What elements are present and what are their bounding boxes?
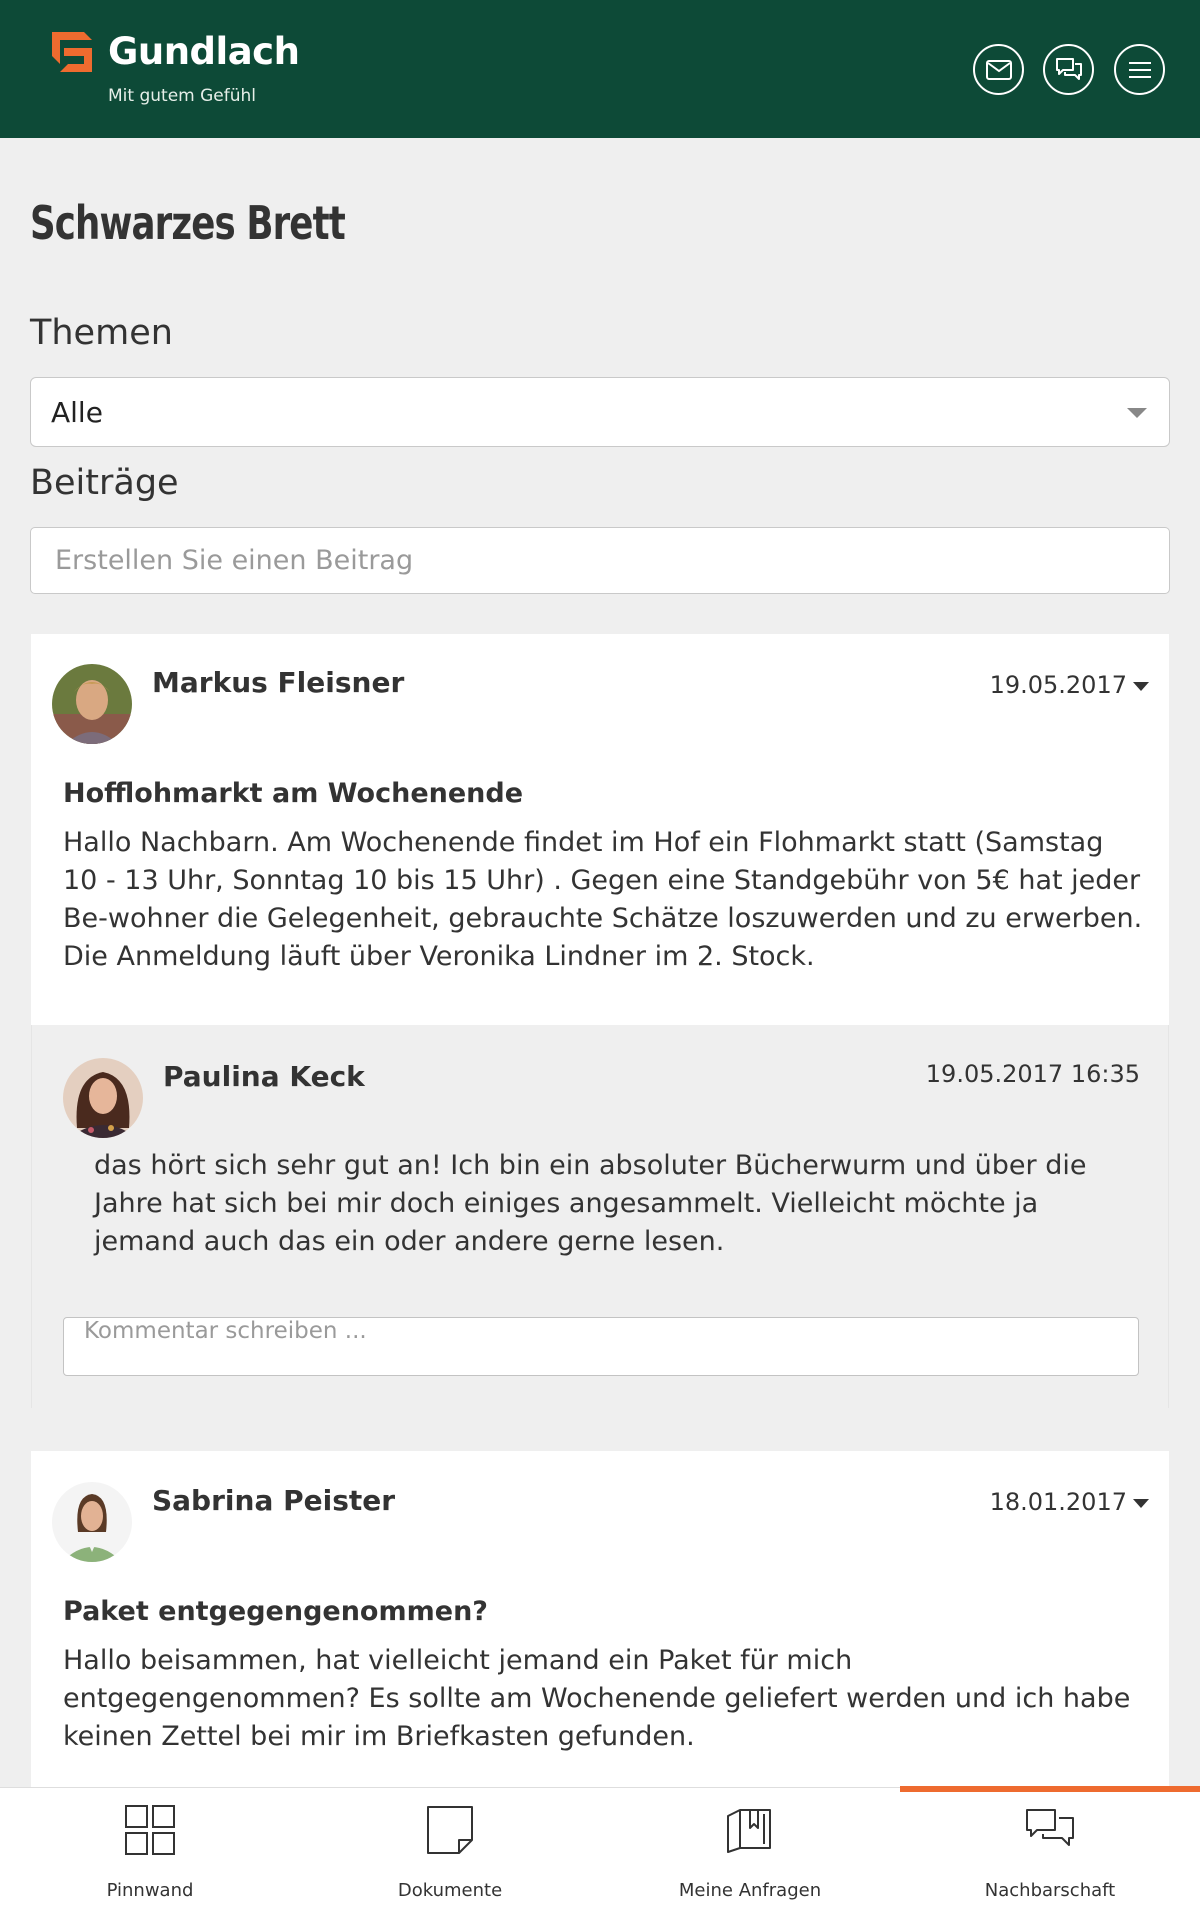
- avatar-image-icon: [52, 1482, 132, 1562]
- chat-bubbles-icon: [1026, 1809, 1074, 1846]
- post-body: Hallo beisammen, hat vielleicht jemand e…: [63, 1645, 1131, 1752]
- document-icon: [427, 1806, 473, 1854]
- post-card: Sabrina Peister 18.01.2017 Paket entgege…: [31, 1451, 1169, 1791]
- avatar[interactable]: [52, 1482, 132, 1562]
- nav-pinnwand[interactable]: Pinnwand: [0, 1788, 300, 1920]
- nav-label: Meine Anfragen: [678, 1880, 822, 1901]
- nav-label: Dokumente: [397, 1880, 503, 1901]
- mail-icon: [985, 59, 1012, 80]
- post-date[interactable]: 19.05.2017: [990, 671, 1149, 699]
- chat-button[interactable]: [1043, 44, 1094, 95]
- post-author[interactable]: Markus Fleisner: [152, 666, 404, 699]
- post-date-text: 18.01.2017: [989, 1488, 1127, 1516]
- post-title: Paket entgegengenommen?: [63, 1596, 488, 1627]
- comment-text: das hört sich sehr gut an! Ich bin ein a…: [94, 1150, 1087, 1257]
- caret-down-icon: [1133, 1498, 1149, 1508]
- post-card: Markus Fleisner 19.05.2017 Hofflohmarkt …: [31, 634, 1169, 1025]
- nav-label: Nachbarschaft: [984, 1880, 1116, 1901]
- mail-button[interactable]: [973, 44, 1024, 95]
- comment-datetime: 19.05.2017 16:35: [925, 1060, 1140, 1088]
- menu-icon: [1128, 61, 1151, 78]
- avatar-image-icon: [63, 1058, 143, 1138]
- nav-meine-anfragen[interactable]: Meine Anfragen: [600, 1788, 900, 1920]
- avatar[interactable]: [52, 664, 132, 744]
- topics-selected-value: Alle: [51, 396, 103, 429]
- create-post-input[interactable]: [30, 527, 1170, 594]
- posts-label: Beiträge: [30, 463, 179, 503]
- caret-down-icon: [1133, 681, 1149, 691]
- page-title: Schwarzes Brett: [30, 196, 346, 250]
- chat-icon: [1055, 57, 1082, 80]
- app-header: Gundlach Mit gutem Gefühl: [0, 0, 1200, 138]
- post-author[interactable]: Sabrina Peister: [152, 1484, 395, 1517]
- avatar-image-icon: [52, 664, 132, 744]
- topics-select[interactable]: Alle: [30, 377, 1170, 447]
- bottom-navigation: Pinnwand Dokumente Meine Anfragen Nachba…: [0, 1786, 1200, 1920]
- nav-dokumente[interactable]: Dokumente: [300, 1788, 600, 1920]
- avatar[interactable]: [63, 1058, 143, 1138]
- comment-author[interactable]: Paulina Keck: [163, 1060, 365, 1093]
- folder-icon: [727, 1809, 771, 1853]
- nav-nachbarschaft[interactable]: Nachbarschaft: [900, 1786, 1200, 1920]
- topics-label: Themen: [30, 313, 173, 353]
- menu-button[interactable]: [1114, 44, 1165, 95]
- post-date-text: 19.05.2017: [989, 671, 1127, 699]
- brand-claim: Mit gutem Gefühl: [108, 86, 257, 106]
- post-date[interactable]: 18.01.2017: [990, 1488, 1149, 1516]
- post-body: Hallo Nachbarn. Am Wochenende findet im …: [63, 827, 1143, 972]
- comments-section: Paulina Keck 19.05.2017 16:35 das hört s…: [31, 1025, 1169, 1408]
- nav-label: Pinnwand: [106, 1880, 194, 1901]
- chevron-down-icon: [1127, 408, 1147, 418]
- grid-icon: [125, 1805, 175, 1855]
- post-title: Hofflohmarkt am Wochenende: [63, 778, 524, 809]
- comment-input[interactable]: [63, 1317, 1139, 1376]
- brand-name: Gundlach: [108, 30, 300, 73]
- gundlach-logo-icon: [52, 32, 92, 72]
